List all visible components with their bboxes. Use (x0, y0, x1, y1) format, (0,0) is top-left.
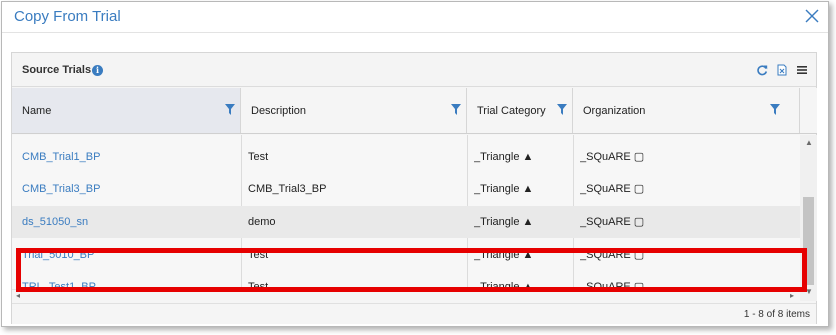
organization-cell: _SQuARE ▢ (580, 216, 645, 228)
scroll-left-icon[interactable]: ◂ (16, 291, 20, 300)
filter-icon[interactable] (451, 104, 461, 115)
column-label: Organization (583, 105, 646, 117)
table-row[interactable]: CMB_Trial3_BP CMB_Trial3_BP _Triangle ▲ … (12, 173, 800, 205)
category-cell: _Triangle ▲ (474, 216, 534, 228)
selection-highlight-box (16, 248, 807, 292)
info-icon[interactable]: i (92, 65, 103, 76)
column-label: Trial Category (477, 105, 546, 117)
column-label: Description (251, 105, 307, 117)
organization-cell: _SQuARE ▢ (580, 183, 645, 195)
grid-header: Name Description Trial Category Organiza… (12, 88, 800, 134)
table-row[interactable]: CMB_Trial1_BP Test _Triangle ▲ _SQuARE ▢ (12, 141, 800, 173)
description-cell: CMB_Trial3_BP (248, 183, 327, 195)
scroll-right-icon[interactable]: ▸ (790, 291, 794, 300)
column-header-trial-category[interactable]: Trial Category (467, 88, 573, 133)
menu-icon[interactable] (796, 64, 808, 76)
refresh-icon[interactable] (756, 64, 768, 76)
description-cell: demo (248, 216, 276, 228)
excel-export-icon[interactable] (776, 64, 788, 76)
category-cell: _Triangle ▲ (474, 183, 534, 195)
dialog-title: Copy From Trial (14, 8, 121, 25)
header-scroll-gap (800, 88, 817, 134)
trial-name-link[interactable]: CMB_Trial1_BP (22, 141, 237, 173)
grid-footer: 1 - 8 of 8 items (12, 303, 816, 324)
table-row-selected[interactable]: ds_51050_sn demo _Triangle ▲ _SQuARE ▢ (12, 206, 800, 238)
filter-icon[interactable] (557, 104, 567, 115)
column-header-name[interactable]: Name (12, 88, 241, 133)
panel-header: Source Trials i (12, 53, 816, 87)
close-icon[interactable] (804, 8, 820, 24)
description-cell: Test (248, 151, 269, 163)
panel-title: Source Trials (22, 64, 92, 76)
column-label: Name (22, 105, 52, 117)
copy-from-trial-dialog: Copy From Trial Source Trials i Name Des… (1, 1, 829, 327)
grid-toolbar (756, 64, 808, 76)
column-header-description[interactable]: Description (241, 88, 467, 133)
pager-info: 1 - 8 of 8 items (743, 309, 810, 320)
trial-name-link[interactable]: ds_51050_sn (22, 206, 237, 238)
trial-name-link[interactable]: CMB_Trial3_BP (22, 173, 237, 205)
source-trials-panel: Source Trials i Name Description Trial C… (11, 52, 817, 324)
scroll-up-icon[interactable]: ▲ (805, 138, 813, 147)
category-cell: _Triangle ▲ (474, 151, 534, 163)
title-divider (2, 32, 828, 33)
filter-icon[interactable] (225, 104, 235, 115)
column-header-organization[interactable]: Organization (573, 88, 800, 133)
organization-cell: _SQuARE ▢ (580, 151, 645, 163)
filter-icon[interactable] (770, 104, 780, 115)
